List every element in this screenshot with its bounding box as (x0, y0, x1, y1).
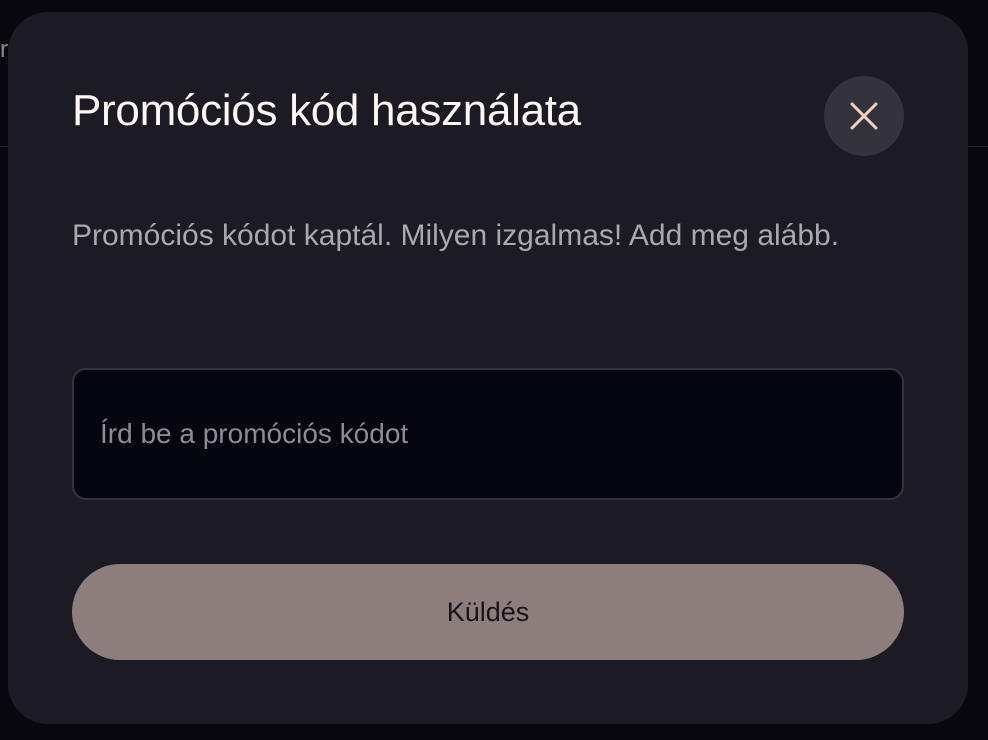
close-icon (850, 102, 878, 130)
promo-code-modal: Promóciós kód használata Promóciós kódot… (8, 12, 968, 724)
background-text-fragment: r (0, 36, 8, 63)
promo-code-input[interactable] (72, 368, 904, 500)
modal-title: Promóciós kód használata (72, 86, 581, 135)
submit-button[interactable]: Küldés (72, 564, 904, 660)
modal-description: Promóciós kódot kaptál. Milyen izgalmas!… (72, 219, 840, 252)
close-button[interactable] (824, 76, 904, 156)
